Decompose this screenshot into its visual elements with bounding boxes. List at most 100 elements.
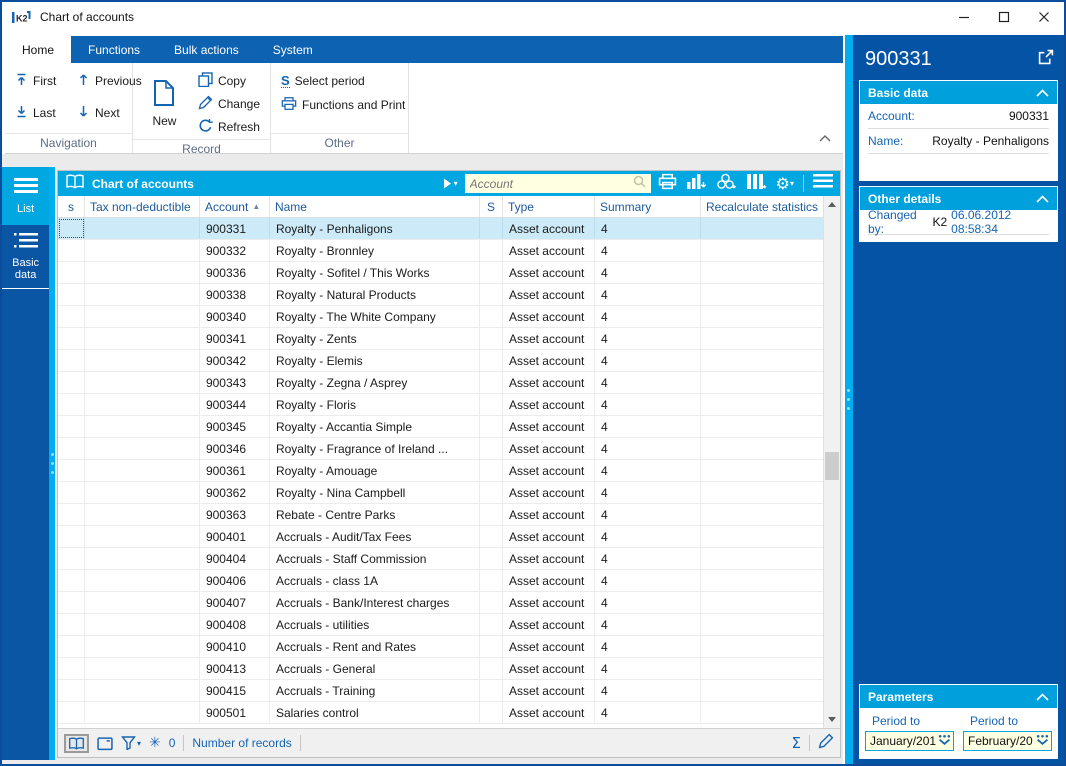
cell-row-selector[interactable] [58, 262, 85, 283]
cell-row-selector[interactable] [58, 350, 85, 371]
cell-summary[interactable]: 4 [595, 548, 701, 569]
column-header-account[interactable]: Account ▲ [200, 196, 270, 217]
cell-type[interactable]: Asset account [503, 306, 595, 327]
cell-summary[interactable]: 4 [595, 658, 701, 679]
cell-account[interactable]: 900406 [200, 570, 270, 591]
cell-account[interactable]: 900343 [200, 372, 270, 393]
cell-s[interactable] [480, 394, 503, 415]
select-period-button[interactable]: S Select period [281, 70, 398, 91]
cell-summary[interactable]: 4 [595, 240, 701, 261]
cell-summary[interactable]: 4 [595, 614, 701, 635]
cell-account[interactable]: 900413 [200, 658, 270, 679]
cell-s[interactable] [480, 416, 503, 437]
cell-tax-non-deductible[interactable] [85, 328, 200, 349]
detail-panel-splitter[interactable] [845, 35, 853, 764]
table-row[interactable]: 900363 Rebate - Centre Parks Asset accou… [57, 504, 823, 526]
cell-account[interactable]: 900338 [200, 284, 270, 305]
cell-name[interactable]: Royalty - Bronnley [270, 240, 480, 261]
cell-type[interactable]: Asset account [503, 614, 595, 635]
cell-row-selector[interactable] [58, 570, 85, 591]
cell-recalculate-statistics[interactable] [701, 284, 823, 305]
cell-account[interactable]: 900346 [200, 438, 270, 459]
cell-tax-non-deductible[interactable] [85, 438, 200, 459]
column-header-recalculate-statistics[interactable]: Recalculate statistics [701, 196, 823, 217]
cell-tax-non-deductible[interactable] [85, 262, 200, 283]
cell-recalculate-statistics[interactable] [701, 636, 823, 657]
cell-account[interactable]: 900501 [200, 702, 270, 723]
cell-recalculate-statistics[interactable] [701, 680, 823, 701]
cell-type[interactable]: Asset account [503, 548, 595, 569]
cell-type[interactable]: Asset account [503, 438, 595, 459]
cell-account[interactable]: 900344 [200, 394, 270, 415]
book-view-toggle-icon[interactable] [63, 733, 89, 753]
print-grid-icon[interactable] [658, 173, 677, 195]
next-button[interactable]: Next [77, 102, 142, 123]
cell-name[interactable]: Royalty - Natural Products [270, 284, 480, 305]
chart-icon[interactable] [686, 173, 707, 195]
cell-s[interactable] [480, 460, 503, 481]
cell-type[interactable]: Asset account [503, 702, 595, 723]
table-row[interactable]: 900406 Accruals - class 1A Asset account… [57, 570, 823, 592]
cell-recalculate-statistics[interactable] [701, 394, 823, 415]
records-label[interactable]: Number of records [192, 736, 291, 750]
cell-tax-non-deductible[interactable] [85, 240, 200, 261]
filter-icon[interactable]: ▾ [121, 736, 141, 750]
table-row[interactable]: 900345 Royalty - Accantia Simple Asset a… [57, 416, 823, 438]
cell-s[interactable] [480, 658, 503, 679]
functions-and-print-button[interactable]: Functions and Print [281, 94, 405, 115]
cell-recalculate-statistics[interactable] [701, 416, 823, 437]
cell-account[interactable]: 900336 [200, 262, 270, 283]
column-header-type[interactable]: Type [503, 196, 595, 217]
cell-account[interactable]: 900342 [200, 350, 270, 371]
cell-s[interactable] [480, 262, 503, 283]
column-header-S[interactable]: S [480, 196, 503, 217]
cell-summary[interactable]: 4 [595, 416, 701, 437]
cell-type[interactable]: Asset account [503, 636, 595, 657]
cell-type[interactable]: Asset account [503, 416, 595, 437]
table-row[interactable]: 900341 Royalty - Zents Asset account 4 [57, 328, 823, 350]
cell-tax-non-deductible[interactable] [85, 658, 200, 679]
cell-recalculate-statistics[interactable] [701, 438, 823, 459]
cell-account[interactable]: 900340 [200, 306, 270, 327]
cell-summary[interactable]: 4 [595, 394, 701, 415]
cell-summary[interactable]: 4 [595, 680, 701, 701]
cell-account[interactable]: 900415 [200, 680, 270, 701]
freeze-rows-icon[interactable]: ✳ [149, 735, 161, 751]
cell-tax-non-deductible[interactable] [85, 416, 200, 437]
cell-account[interactable]: 900407 [200, 592, 270, 613]
cell-row-selector[interactable] [58, 240, 85, 261]
cell-tax-non-deductible[interactable] [85, 636, 200, 657]
cell-tax-non-deductible[interactable] [85, 526, 200, 547]
cell-account[interactable]: 900331 [200, 218, 270, 239]
refresh-button[interactable]: Refresh [198, 116, 260, 137]
cell-type[interactable]: Asset account [503, 680, 595, 701]
cell-name[interactable]: Royalty - Fragrance of Ireland ... [270, 438, 480, 459]
cell-recalculate-statistics[interactable] [701, 548, 823, 569]
cell-type[interactable]: Asset account [503, 240, 595, 261]
cell-recalculate-statistics[interactable] [701, 372, 823, 393]
cell-summary[interactable]: 4 [595, 262, 701, 283]
tab-system[interactable]: System [256, 36, 330, 63]
cell-s[interactable] [480, 614, 503, 635]
minimize-button[interactable] [944, 2, 984, 32]
cell-row-selector[interactable] [58, 482, 85, 503]
cell-tax-non-deductible[interactable] [85, 680, 200, 701]
cell-account[interactable]: 900341 [200, 328, 270, 349]
section-header-basic-data[interactable]: Basic data [860, 81, 1057, 104]
cell-tax-non-deductible[interactable] [85, 592, 200, 613]
cell-summary[interactable]: 4 [595, 306, 701, 327]
cell-row-selector[interactable] [58, 438, 85, 459]
cell-s[interactable] [480, 284, 503, 305]
search-input[interactable] [469, 176, 633, 191]
cell-tax-non-deductible[interactable] [85, 218, 200, 239]
sum-sigma-icon[interactable]: Σ [792, 734, 801, 752]
new-button[interactable]: New [143, 70, 186, 137]
table-row[interactable]: 900362 Royalty - Nina Campbell Asset acc… [57, 482, 823, 504]
table-row[interactable]: 900410 Accruals - Rent and Rates Asset a… [57, 636, 823, 658]
cell-summary[interactable]: 4 [595, 372, 701, 393]
cell-row-selector[interactable] [58, 218, 85, 239]
cell-recalculate-statistics[interactable] [701, 262, 823, 283]
cell-tax-non-deductible[interactable] [85, 482, 200, 503]
cell-name[interactable]: Royalty - Zegna / Asprey [270, 372, 480, 393]
section-header-parameters[interactable]: Parameters [860, 685, 1057, 708]
